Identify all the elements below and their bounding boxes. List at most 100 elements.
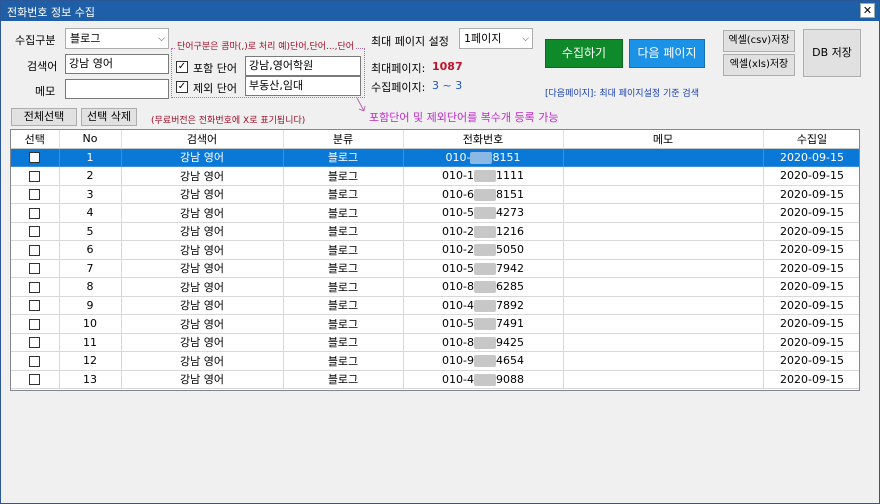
table-row[interactable]: 5 강남 영어 블로그 010-2 1216 2020-09-15 <box>11 222 859 241</box>
row-select-cell[interactable] <box>11 185 60 204</box>
phone-suffix: 4654 <box>495 354 524 368</box>
row-select-cell[interactable] <box>11 240 60 260</box>
row-category: 블로그 <box>283 222 404 241</box>
row-checkbox[interactable] <box>29 189 41 201</box>
row-date: 2020-09-15 <box>763 296 859 315</box>
row-select-cell[interactable] <box>11 351 60 371</box>
row-category: 블로그 <box>283 203 404 223</box>
row-checkbox[interactable] <box>29 300 41 312</box>
xls-save-button[interactable]: 엑셀(xls)저장 <box>723 54 795 76</box>
row-checkbox[interactable] <box>29 374 41 386</box>
row-checkbox[interactable] <box>29 207 41 219</box>
collect-type-select[interactable]: 블로그 ⌵ <box>65 28 169 49</box>
row-select-cell[interactable] <box>11 314 60 334</box>
row-date: 2020-09-15 <box>763 185 859 204</box>
row-checkbox[interactable] <box>29 355 41 367</box>
row-checkbox[interactable] <box>29 318 41 330</box>
row-checkbox[interactable] <box>29 281 41 293</box>
csv-save-button[interactable]: 엑셀(csv)저장 <box>723 30 795 52</box>
phone-prefix: 010-9 <box>442 354 474 368</box>
row-select-cell[interactable] <box>11 148 60 167</box>
row-checkbox[interactable] <box>29 244 41 256</box>
row-keyword: 강남 영어 <box>121 314 284 334</box>
row-keyword: 강남 영어 <box>121 296 284 315</box>
table-row[interactable]: 3 강남 영어 블로그 010-6 8151 2020-09-15 <box>11 185 859 204</box>
table-row[interactable]: 1 강남 영어 블로그 010- 8151 2020-09-15 <box>11 148 859 167</box>
phone-suffix: 9425 <box>495 335 524 349</box>
row-category: 블로그 <box>283 351 404 371</box>
keyword-input[interactable]: 강남 영어 <box>65 54 169 74</box>
row-no: 4 <box>59 203 122 223</box>
row-phone: 010-5 7491 <box>403 314 564 334</box>
row-select-cell[interactable] <box>11 203 60 223</box>
table-row[interactable]: 6 강남 영어 블로그 010-2 5050 2020-09-15 <box>11 240 859 260</box>
table-row[interactable]: 8 강남 영어 블로그 010-8 6285 2020-09-15 <box>11 277 859 297</box>
row-select-cell[interactable] <box>11 166 60 186</box>
row-select-cell[interactable] <box>11 333 60 352</box>
row-keyword: 강남 영어 <box>121 185 284 204</box>
col-header-phone[interactable]: 전화번호 <box>403 130 564 149</box>
delete-selected-button[interactable]: 선택 삭제 <box>81 108 137 126</box>
select-all-button[interactable]: 전체선택 <box>11 108 77 126</box>
row-select-cell[interactable] <box>11 296 60 315</box>
row-phone: 010-1 1111 <box>403 166 564 186</box>
row-checkbox[interactable] <box>29 152 41 164</box>
row-memo <box>563 166 764 186</box>
row-phone: 010-4 9088 <box>403 370 564 389</box>
row-keyword: 강남 영어 <box>121 240 284 260</box>
results-grid[interactable]: 선택 No 검색어 분류 전화번호 메모 수집일 1 강남 영어 블로그 010- 81… <box>10 129 860 391</box>
row-select-cell[interactable] <box>11 370 60 389</box>
row-select-cell[interactable] <box>11 259 60 278</box>
phone-redaction <box>473 355 496 368</box>
row-checkbox[interactable] <box>29 226 41 238</box>
row-phone: 010- 8151 <box>403 148 564 167</box>
exclude-checkbox[interactable]: ✓ <box>176 81 188 93</box>
col-header-category[interactable]: 분류 <box>283 130 404 149</box>
row-phone: 010-2 5050 <box>403 240 564 260</box>
row-keyword: 강남 영어 <box>121 166 284 186</box>
row-checkbox[interactable] <box>29 337 41 349</box>
row-memo <box>563 203 764 223</box>
include-checkbox[interactable]: ✓ <box>176 61 188 73</box>
phone-prefix: 010-8 <box>442 335 474 349</box>
results-table: 선택 No 검색어 분류 전화번호 메모 수집일 1 강남 영어 블로그 010- 81… <box>11 130 859 389</box>
row-checkbox[interactable] <box>29 263 41 275</box>
table-row[interactable]: 10 강남 영어 블로그 010-5 7491 2020-09-15 <box>11 314 859 334</box>
memo-input[interactable] <box>65 79 169 99</box>
phone-redaction <box>473 188 496 201</box>
collect-button[interactable]: 수집하기 <box>545 39 623 68</box>
row-select-cell[interactable] <box>11 222 60 241</box>
close-icon[interactable]: ✕ <box>860 3 875 18</box>
max-page-select[interactable]: 1페이지 ⌵ <box>459 28 533 49</box>
table-row[interactable]: 7 강남 영어 블로그 010-5 7942 2020-09-15 <box>11 259 859 278</box>
exclude-label: 제외 단어 <box>193 82 237 95</box>
table-row[interactable]: 2 강남 영어 블로그 010-1 1111 2020-09-15 <box>11 166 859 186</box>
row-memo <box>563 259 764 278</box>
col-header-no[interactable]: No <box>59 130 122 149</box>
row-category: 블로그 <box>283 333 404 352</box>
row-phone: 010-2 1216 <box>403 222 564 241</box>
table-row[interactable]: 9 강남 영어 블로그 010-4 7892 2020-09-15 <box>11 296 859 315</box>
col-header-select[interactable]: 선택 <box>11 130 60 149</box>
row-date: 2020-09-15 <box>763 333 859 352</box>
row-select-cell[interactable] <box>11 277 60 297</box>
table-row[interactable]: 12 강남 영어 블로그 010-9 4654 2020-09-15 <box>11 351 859 371</box>
col-header-keyword[interactable]: 검색어 <box>121 130 284 149</box>
table-row[interactable]: 4 강남 영어 블로그 010-5 4273 2020-09-15 <box>11 203 859 223</box>
row-category: 블로그 <box>283 148 404 167</box>
phone-redaction <box>470 151 493 164</box>
db-save-button[interactable]: DB 저장 <box>803 29 861 77</box>
phone-prefix: 010-5 <box>442 317 474 331</box>
next-page-button[interactable]: 다음 페이지 <box>629 39 705 68</box>
table-row[interactable]: 11 강남 영어 블로그 010-8 9425 2020-09-15 <box>11 333 859 352</box>
col-header-memo[interactable]: 메모 <box>563 130 764 149</box>
col-header-date[interactable]: 수집일 <box>763 130 859 149</box>
row-no: 7 <box>59 259 122 278</box>
row-memo <box>563 314 764 334</box>
row-phone: 010-8 9425 <box>403 333 564 352</box>
include-words-input[interactable]: 강남,영어학원 <box>245 56 361 76</box>
row-no: 11 <box>59 333 122 352</box>
row-checkbox[interactable] <box>29 170 41 182</box>
exclude-words-input[interactable]: 부동산,임대 <box>245 76 361 96</box>
table-row[interactable]: 13 강남 영어 블로그 010-4 9088 2020-09-15 <box>11 370 859 389</box>
